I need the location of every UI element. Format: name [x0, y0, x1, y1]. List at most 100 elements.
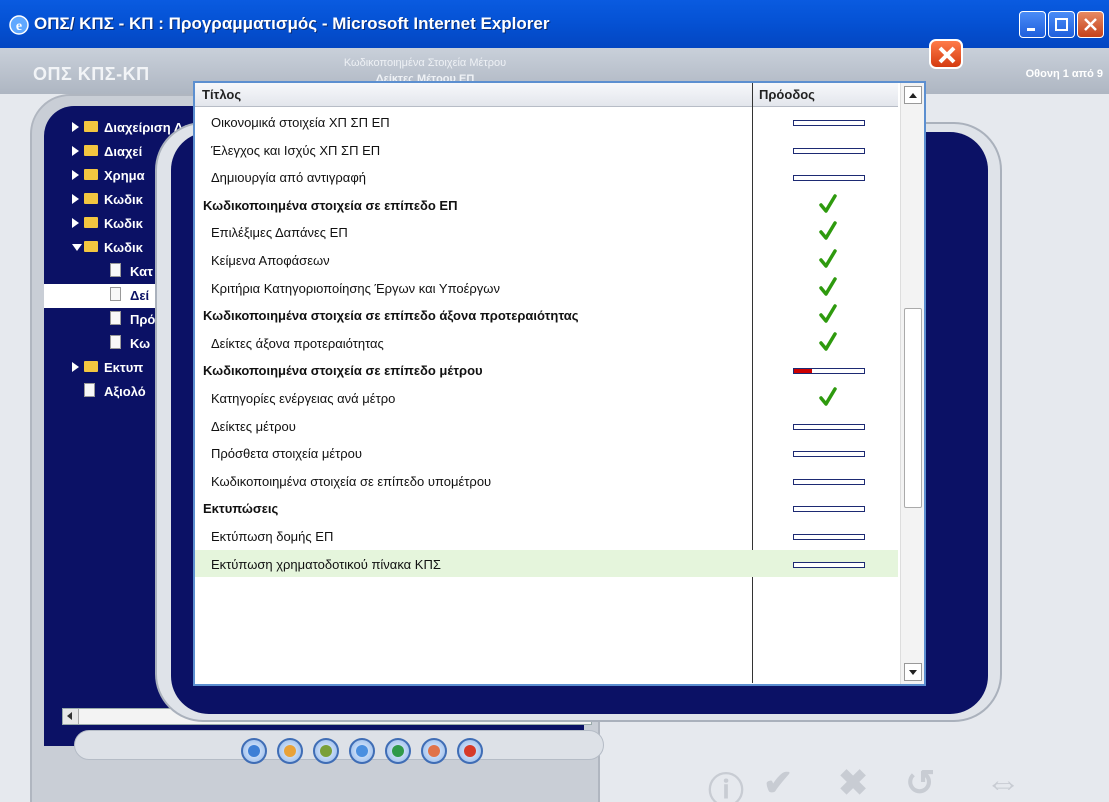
folder-icon	[84, 361, 98, 372]
row-title: Κωδικοποιημένα στοιχεία σε επίπεδο μέτρο…	[203, 363, 483, 379]
table-row[interactable]: Δημιουργία από αντιγραφή	[195, 163, 898, 190]
disabled-nav-arrows-icon: ⇔	[985, 762, 1021, 802]
tree-item-label: Αξιολό	[104, 384, 146, 399]
table-row[interactable]: Κωδικοποιημένα στοιχεία σε επίπεδο υπομέ…	[195, 467, 898, 494]
table-row[interactable]: Κωδικοποιημένα στοιχεία σε επίπεδο άξονα…	[195, 301, 898, 328]
disabled-info-icon: ⓘ	[708, 770, 745, 802]
power-button[interactable]	[457, 738, 483, 764]
table-row[interactable]: Οικονομικά στοιχεία ΧΠ ΣΠ ΕΠ	[195, 108, 898, 135]
report-icon	[284, 745, 296, 757]
checkmark-icon	[819, 194, 837, 213]
document-icon	[84, 383, 95, 397]
row-title: Επιλέξιμες Δαπάνες ΕΠ	[211, 225, 348, 241]
table-row[interactable]: Κωδικοποιημένα στοιχεία σε επίπεδο ΕΠ	[195, 191, 898, 218]
row-title: Δημιουργία από αντιγραφή	[211, 170, 366, 186]
table-row[interactable]: Εκτύπωση δομής ΕΠ	[195, 522, 898, 549]
users-button[interactable]	[241, 738, 267, 764]
magnifier-icon	[356, 745, 368, 757]
row-title: Έλεγχος και Ισχύς ΧΠ ΣΠ ΕΠ	[211, 142, 381, 158]
transfer-icon	[392, 745, 404, 757]
tree-item-label: Διαχεί	[104, 144, 143, 159]
column-progress-header[interactable]: Πρόοδος	[759, 87, 815, 102]
users-icon	[248, 745, 260, 757]
checkmark-icon	[819, 249, 837, 268]
checkmark-icon	[819, 221, 837, 241]
document-icon	[110, 311, 121, 325]
report-button[interactable]	[277, 738, 303, 764]
folder-icon	[84, 121, 98, 132]
expand-down-icon[interactable]	[72, 244, 82, 251]
screen-indicator: Οθονη 1 από 9	[1025, 68, 1103, 80]
table-row[interactable]: Δείκτες άξονα προτεραιότητας	[195, 329, 898, 356]
bottom-toolbar	[74, 730, 604, 760]
table-row[interactable]: Εκτυπώσεις	[195, 494, 898, 521]
help-button[interactable]	[421, 738, 447, 764]
table-row[interactable]: Κείμενα Αποφάσεων	[195, 246, 898, 273]
column-title-header[interactable]: Τίτλος	[202, 87, 241, 102]
progress-bar	[793, 368, 865, 375]
magnifier-button[interactable]	[349, 738, 375, 764]
transfer-button[interactable]	[385, 738, 411, 764]
table-row[interactable]: Πρόσθετα στοιχεία μέτρου	[195, 439, 898, 466]
window-title: ΟΠΣ/ ΚΠΣ - ΚΠ : Προγραμματισμός - Micros…	[34, 14, 550, 33]
table-row[interactable]: Κριτήρια Κατηγοριοποίησης Έργων και Υποέ…	[195, 274, 898, 301]
minimize-button[interactable]	[1019, 11, 1046, 38]
scroll-down-button[interactable]	[904, 663, 922, 681]
dialog-close-button[interactable]	[929, 39, 963, 69]
progress-bar	[793, 175, 865, 182]
progress-bar	[793, 561, 865, 568]
row-title: Δείκτες άξονα προτεραιότητας	[211, 335, 384, 351]
progress-bar	[793, 423, 865, 430]
table-row[interactable]: Κατηγορίες ενέργειας ανά μέτρο	[195, 384, 898, 411]
tree-item-label: Κατ	[130, 264, 153, 279]
table-row[interactable]: Έλεγχος και Ισχύς ΧΠ ΣΠ ΕΠ	[195, 136, 898, 163]
progress-bar	[793, 506, 865, 513]
table-row[interactable]: Εκτύπωση χρηματοδοτικού πίνακα ΚΠΣ	[195, 549, 898, 577]
progress-fill	[794, 369, 812, 374]
breadcrumb-section: Κωδικοποιημένα Στοιχεία Μέτρου	[343, 57, 507, 69]
cube-icon	[320, 745, 332, 757]
power-icon	[464, 745, 476, 757]
grid-header: Τίτλος Πρόοδος	[195, 83, 898, 107]
grid-vertical-scrollbar[interactable]	[900, 83, 924, 684]
checkmark-icon	[819, 387, 837, 406]
checkmark-icon	[819, 332, 837, 351]
tree-item-label: Κωδικ	[104, 240, 143, 255]
disabled-undo-icon: ↺	[905, 762, 936, 802]
disabled-cancel-icon: ✖	[838, 762, 869, 802]
checkmark-icon	[819, 304, 837, 323]
table-row[interactable]: Δείκτες μέτρου	[195, 412, 898, 439]
row-title: Κωδικοποιημένα στοιχεία σε επίπεδο υπομέ…	[211, 473, 492, 489]
table-row[interactable]: Κωδικοποιημένα στοιχεία σε επίπεδο μέτρο…	[195, 356, 898, 383]
progress-bar	[793, 451, 865, 458]
table-row[interactable]: Επιλέξιμες Δαπάνες ΕΠ	[195, 218, 898, 245]
app-name: ΟΠΣ ΚΠΣ-ΚΠ	[33, 64, 150, 84]
tree-item-label: Κωδικ	[104, 216, 143, 231]
row-title: Δείκτες μέτρου	[211, 418, 296, 434]
close-icon	[1084, 18, 1097, 31]
scroll-left-button[interactable]	[63, 709, 79, 724]
arrow-left-icon	[67, 712, 72, 720]
scroll-up-button[interactable]	[904, 86, 922, 104]
expand-right-icon[interactable]	[72, 146, 79, 156]
progress-bar	[793, 147, 865, 154]
cube-button[interactable]	[313, 738, 339, 764]
progress-bar	[793, 120, 865, 126]
expand-right-icon[interactable]	[72, 170, 79, 180]
expand-right-icon[interactable]	[72, 194, 79, 204]
row-title: Κωδικοποιημένα στοιχεία σε επίπεδο άξονα…	[203, 308, 579, 324]
scroll-thumb[interactable]	[904, 308, 922, 508]
row-title: Πρόσθετα στοιχεία μέτρου	[211, 446, 363, 462]
minimize-icon	[1027, 28, 1035, 31]
maximize-button[interactable]	[1048, 11, 1075, 38]
expand-right-icon[interactable]	[72, 362, 79, 372]
expand-right-icon[interactable]	[72, 122, 79, 132]
close-icon	[938, 46, 956, 64]
arrow-up-icon	[909, 93, 917, 98]
row-title: Εκτύπωση χρηματοδοτικού πίνακα ΚΠΣ	[211, 556, 441, 572]
window-close-button[interactable]	[1077, 11, 1104, 38]
expand-right-icon[interactable]	[72, 218, 79, 228]
tree-item-label: Χρημα	[104, 168, 145, 183]
row-title: Κωδικοποιημένα στοιχεία σε επίπεδο ΕΠ	[203, 197, 458, 213]
progress-bar	[793, 478, 865, 485]
